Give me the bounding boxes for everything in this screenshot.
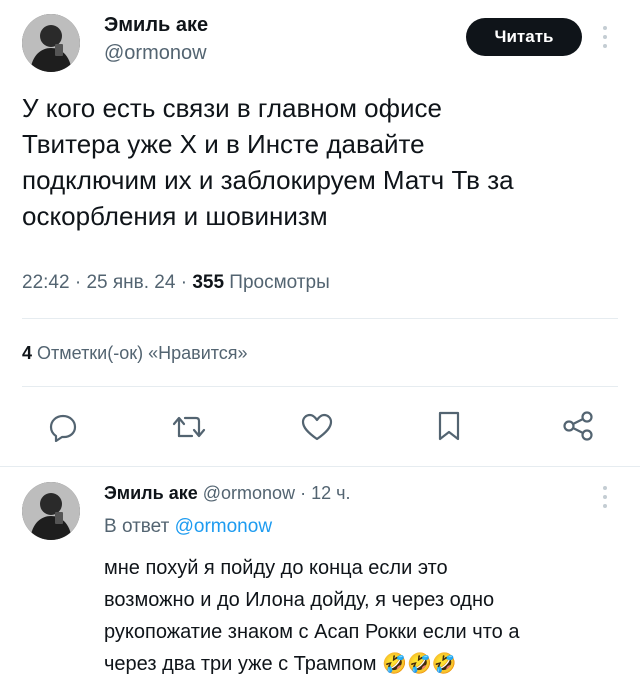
author-avatar[interactable] bbox=[22, 14, 80, 72]
in-reply-label: В ответ bbox=[104, 516, 170, 537]
likes-label: Отметки(-ок) «Нравится» bbox=[37, 343, 248, 363]
reply-text-line: через два три уже с Трампом 🤣🤣🤣 bbox=[104, 648, 634, 680]
in-reply-to: В ответ @ormonow bbox=[104, 516, 272, 538]
tweet-meta: 22:42 · 25 янв. 24 · 355 Просмотры bbox=[22, 272, 330, 294]
likes-count: 4 bbox=[22, 343, 33, 363]
retweet-icon[interactable] bbox=[172, 412, 206, 442]
section-divider bbox=[0, 466, 640, 467]
reply-text-line: мне похуй я пойду до конца если это bbox=[104, 557, 448, 579]
heart-icon[interactable] bbox=[301, 412, 333, 442]
author-handle[interactable]: @ormonow bbox=[104, 42, 207, 65]
follow-button[interactable]: Читать bbox=[466, 18, 582, 56]
reply-separator: · bbox=[300, 483, 307, 503]
tweet-text-line: оскорбления и шовинизм bbox=[22, 201, 328, 231]
likes-summary[interactable]: 4 Отметки(-ок) «Нравится» bbox=[22, 343, 248, 364]
reply-header: Эмиль аке @ormonow · 12 ч. bbox=[104, 483, 350, 504]
tweet-text-line: Твитера уже Х и в Инсте давайте bbox=[22, 129, 425, 159]
more-vertical-icon[interactable] bbox=[600, 22, 610, 52]
tweet-text-line: подключим их и заблокируем Матч Тв за bbox=[22, 165, 514, 195]
bookmark-icon[interactable] bbox=[436, 410, 462, 442]
in-reply-handle[interactable]: @ormonow bbox=[175, 516, 272, 537]
divider bbox=[22, 386, 618, 387]
reply-text-line-content: через два три уже с Трампом bbox=[104, 653, 377, 675]
tweet-time[interactable]: 22:42 bbox=[22, 272, 70, 293]
divider bbox=[22, 318, 618, 319]
tweet-date[interactable]: 25 янв. 24 bbox=[86, 272, 175, 293]
reply-more-vertical-icon[interactable] bbox=[600, 482, 610, 512]
meta-separator: · bbox=[180, 272, 193, 293]
laughing-emoji: 🤣🤣🤣 bbox=[382, 653, 457, 675]
reply-text: мне похуй я пойду до конца если это возм… bbox=[104, 552, 634, 680]
reply-age[interactable]: 12 ч. bbox=[311, 483, 350, 503]
views-label: Просмотры bbox=[229, 272, 330, 293]
reply-icon[interactable] bbox=[48, 412, 78, 442]
reply-author-name[interactable]: Эмиль аке bbox=[104, 483, 198, 503]
views-count: 355 bbox=[192, 272, 225, 293]
share-icon[interactable] bbox=[562, 410, 594, 442]
tweet-text: У кого есть связи в главном офисе Твитер… bbox=[22, 90, 622, 234]
tweet-text-line: У кого есть связи в главном офисе bbox=[22, 93, 443, 123]
reply-author-avatar[interactable] bbox=[22, 482, 80, 540]
author-name[interactable]: Эмиль аке bbox=[104, 14, 208, 37]
meta-separator: · bbox=[74, 272, 87, 293]
reply-text-line: возможно и до Илона дойду, я через одно bbox=[104, 589, 495, 611]
reply-text-line: рукопожатие знаком с Асап Рокки если что… bbox=[104, 621, 520, 643]
reply-author-handle[interactable]: @ormonow bbox=[203, 483, 295, 503]
